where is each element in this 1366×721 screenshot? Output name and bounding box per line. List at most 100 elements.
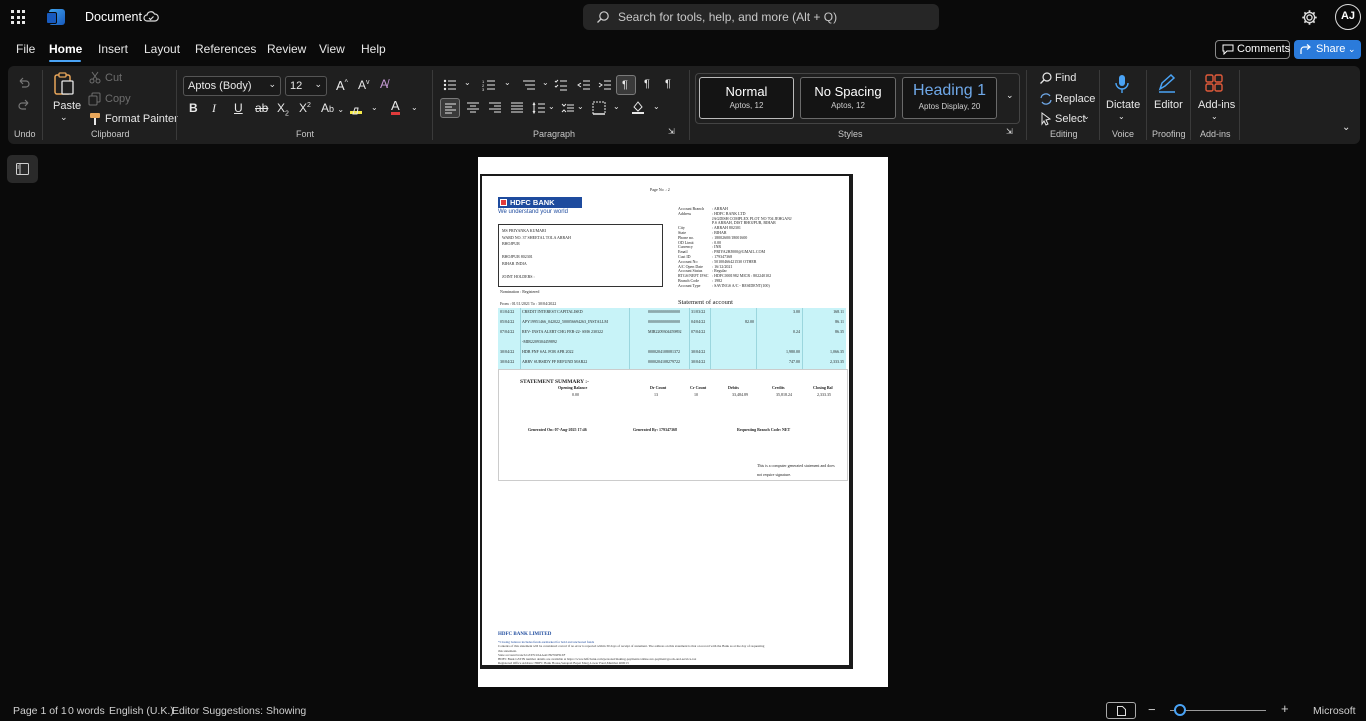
- align-left-button[interactable]: [440, 98, 460, 118]
- style-no-spacing[interactable]: No Spacing Aptos, 12: [800, 77, 896, 119]
- share-button[interactable]: Share ⌄: [1294, 40, 1361, 59]
- chevron-down-icon[interactable]: ⌄: [548, 102, 555, 111]
- navigation-pane-button[interactable]: [7, 155, 38, 183]
- underline-icon[interactable]: U: [234, 101, 243, 115]
- style-heading-1[interactable]: Heading 1 Aptos Display, 20: [902, 77, 997, 119]
- chevron-down-icon[interactable]: ⌄: [1083, 112, 1090, 121]
- copy-label[interactable]: Copy: [105, 93, 131, 105]
- show-formatting-icon[interactable]: ¶: [665, 78, 671, 90]
- replace-label[interactable]: Replace: [1055, 93, 1095, 105]
- zoom-in-icon[interactable]: +: [1281, 701, 1289, 716]
- find-icon[interactable]: [1039, 71, 1053, 85]
- app-launcher-icon[interactable]: [11, 10, 25, 24]
- subscript-icon[interactable]: X2: [277, 101, 289, 117]
- paste-chevron-icon[interactable]: ⌄: [60, 112, 68, 123]
- numbering-icon[interactable]: 123: [482, 78, 496, 92]
- share-chevron-icon[interactable]: ⌄: [1348, 40, 1356, 58]
- microphone-icon[interactable]: [1114, 74, 1130, 94]
- select-label[interactable]: Select: [1055, 113, 1086, 125]
- language[interactable]: English (U.K.): [109, 705, 174, 717]
- user-avatar[interactable]: AJ: [1335, 4, 1361, 30]
- paste-label[interactable]: Paste: [53, 100, 81, 112]
- borders-icon[interactable]: [592, 101, 606, 115]
- print-layout-button[interactable]: [1106, 702, 1136, 719]
- paragraph-launcher-icon[interactable]: ⇲: [668, 127, 675, 136]
- document-title[interactable]: Document: [85, 10, 142, 24]
- editor-pen-icon[interactable]: [1157, 73, 1177, 93]
- editor-suggestions[interactable]: Editor Suggestions: Showing: [172, 705, 306, 717]
- find-label[interactable]: Find: [1055, 72, 1076, 84]
- chevron-down-icon[interactable]: ⌄: [1118, 112, 1125, 121]
- chevron-down-icon[interactable]: ⌄: [411, 103, 418, 112]
- format-painter-label[interactable]: Format Painter: [105, 113, 178, 125]
- cloud-saved-icon[interactable]: [143, 10, 159, 24]
- chevron-down-icon[interactable]: ⌄: [613, 102, 620, 111]
- editor-label[interactable]: Editor: [1154, 99, 1183, 111]
- paragraph-rtl-icon[interactable]: ¶: [644, 78, 650, 90]
- menu-file[interactable]: File: [16, 42, 35, 56]
- dictate-label[interactable]: Dictate: [1106, 99, 1140, 111]
- grow-font-icon[interactable]: A^: [336, 78, 348, 93]
- settings-gear-icon[interactable]: [1301, 9, 1318, 26]
- select-icon[interactable]: [1039, 112, 1053, 126]
- ribbon-collapse-icon[interactable]: ⌄: [1342, 122, 1350, 133]
- multilevel-list-icon[interactable]: [522, 78, 536, 92]
- strikethrough-icon[interactable]: ab: [255, 101, 268, 115]
- format-painter-icon[interactable]: [88, 112, 102, 126]
- chevron-down-icon[interactable]: ⌄: [577, 102, 584, 111]
- shading-icon[interactable]: [631, 100, 645, 114]
- checklist-icon[interactable]: [554, 78, 568, 92]
- zoom-slider-thumb[interactable]: [1173, 704, 1186, 716]
- justify-icon[interactable]: [510, 101, 524, 115]
- search-box[interactable]: Search for tools, help, and more (Alt + …: [583, 4, 939, 30]
- zoom-out-icon[interactable]: −: [1148, 702, 1156, 717]
- styles-more-icon[interactable]: ⌄: [1006, 90, 1014, 101]
- align-center-icon[interactable]: [466, 101, 480, 115]
- menu-view[interactable]: View: [319, 42, 345, 56]
- cut-label[interactable]: Cut: [105, 72, 122, 84]
- font-color-icon[interactable]: A: [391, 99, 400, 115]
- undo-icon[interactable]: [17, 76, 31, 90]
- comments-button[interactable]: Comments: [1215, 40, 1290, 59]
- chevron-down-icon[interactable]: ⌄: [504, 78, 511, 87]
- align-right-icon[interactable]: [488, 101, 502, 115]
- addins-label[interactable]: Add-ins: [1198, 99, 1235, 111]
- style-normal[interactable]: Normal Aptos, 12: [699, 77, 794, 119]
- chevron-down-icon[interactable]: ⌄: [653, 102, 660, 111]
- chevron-down-icon[interactable]: ⌄: [542, 78, 549, 87]
- copy-icon[interactable]: [88, 92, 102, 106]
- ltr-button[interactable]: ¶: [616, 75, 636, 95]
- chevron-down-icon[interactable]: ⌄: [1211, 112, 1218, 121]
- line-spacing-icon[interactable]: [532, 101, 546, 115]
- highlight-icon[interactable]: [350, 102, 362, 115]
- menu-insert[interactable]: Insert: [98, 42, 128, 56]
- styles-launcher-icon[interactable]: ⇲: [1006, 127, 1013, 136]
- menu-home[interactable]: Home: [49, 42, 82, 56]
- menu-layout[interactable]: Layout: [144, 42, 180, 56]
- decrease-indent-icon[interactable]: [577, 78, 591, 92]
- chevron-down-icon[interactable]: ⌄: [464, 78, 471, 87]
- cut-icon[interactable]: [88, 71, 102, 85]
- menu-help[interactable]: Help: [361, 42, 386, 56]
- paragraph-spacing-icon[interactable]: [561, 101, 575, 115]
- font-size-dropdown[interactable]: 12 ⌄: [285, 76, 327, 96]
- chevron-down-icon[interactable]: ⌄: [371, 103, 378, 112]
- bold-icon[interactable]: B: [189, 101, 198, 115]
- clear-formatting-icon[interactable]: A̸: [380, 77, 388, 91]
- shrink-font-icon[interactable]: Av: [358, 78, 370, 92]
- increase-indent-icon[interactable]: [598, 78, 612, 92]
- bullets-icon[interactable]: [443, 78, 457, 92]
- menu-references[interactable]: References: [195, 42, 256, 56]
- menu-review[interactable]: Review: [267, 42, 306, 56]
- change-case-icon[interactable]: Ab ⌄: [321, 101, 344, 115]
- font-name-dropdown[interactable]: Aptos (Body) ⌄: [183, 76, 281, 96]
- summary-value: 13: [654, 392, 658, 397]
- page-count[interactable]: Page 1 of 1: [13, 705, 67, 717]
- addins-grid-icon[interactable]: [1205, 74, 1223, 92]
- paste-icon[interactable]: [53, 72, 75, 96]
- redo-icon[interactable]: [17, 98, 31, 112]
- superscript-icon[interactable]: X2: [299, 101, 311, 115]
- italic-icon[interactable]: I: [212, 101, 216, 116]
- replace-icon[interactable]: [1039, 92, 1053, 106]
- word-count[interactable]: 0 words: [68, 705, 105, 717]
